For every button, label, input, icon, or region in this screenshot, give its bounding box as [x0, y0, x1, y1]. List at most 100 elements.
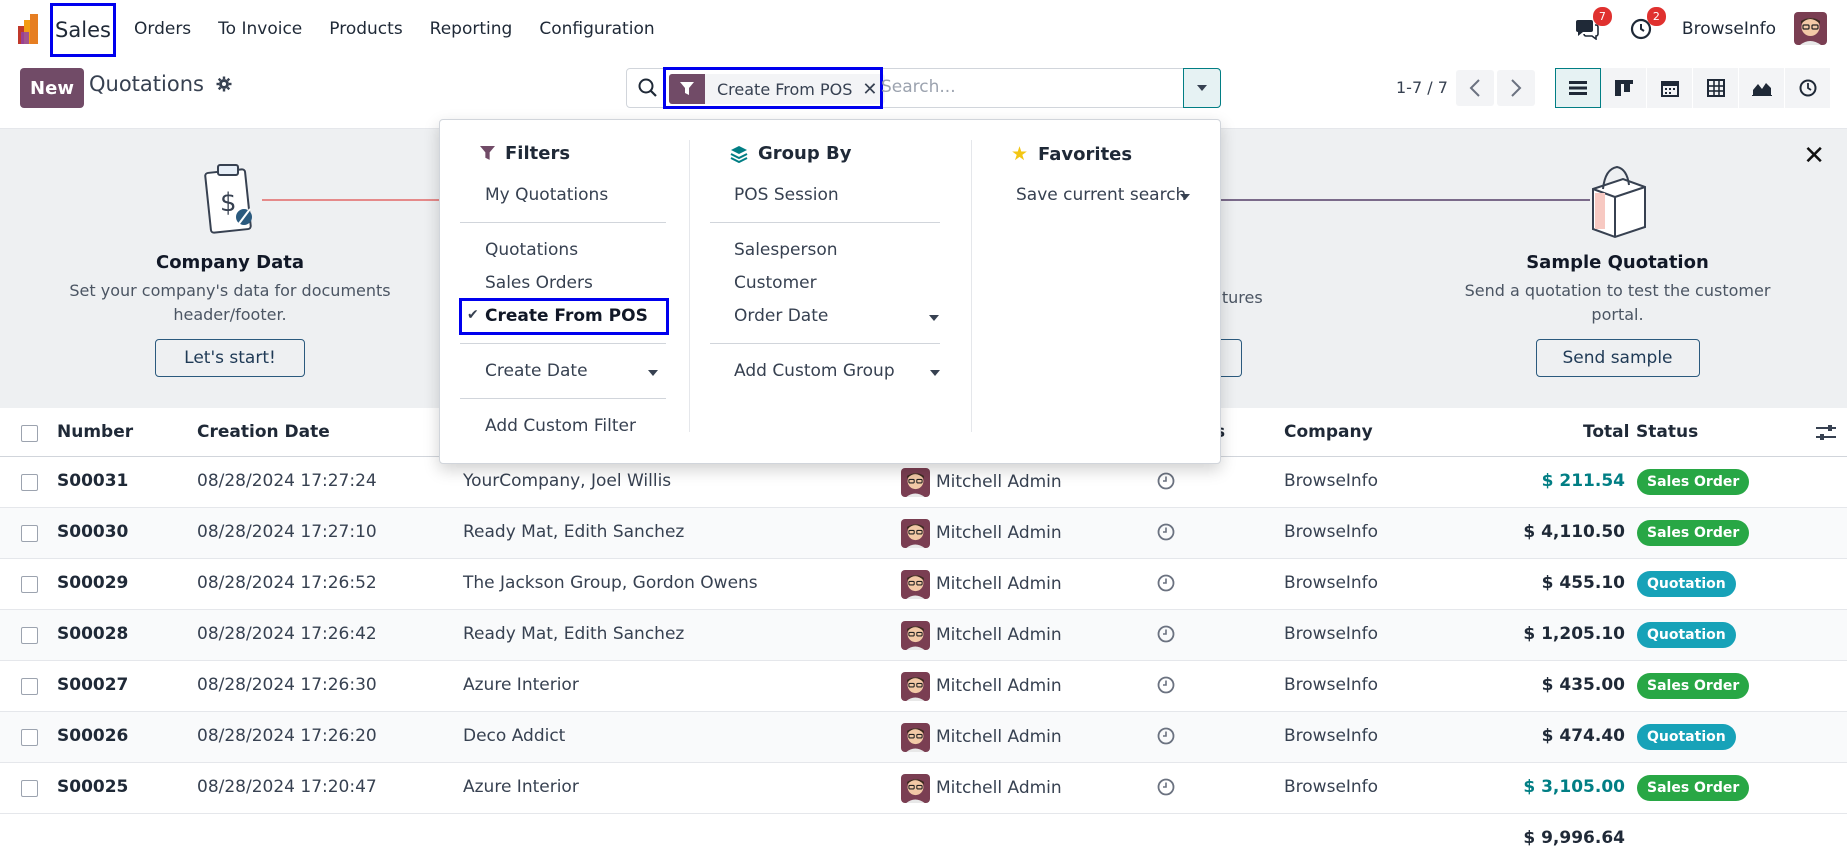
user-avatar[interactable]	[1794, 12, 1827, 45]
cell-total: $ 211.54	[1541, 471, 1625, 491]
nav-reporting[interactable]: Reporting	[430, 19, 513, 39]
header-number[interactable]: Number	[57, 422, 133, 442]
optional-columns-icon[interactable]	[1816, 424, 1836, 442]
company-switcher[interactable]: BrowseInfo	[1682, 19, 1776, 39]
view-activity-button[interactable]	[1785, 68, 1831, 108]
new-button[interactable]: New	[20, 68, 84, 108]
table-row[interactable]: S00026 08/28/2024 17:26:20 Deco Addict Mitc…	[0, 712, 1847, 763]
cell-salesperson: Mitchell Admin	[936, 574, 1062, 594]
save-current-search[interactable]: Save current search	[1016, 185, 1186, 205]
add-custom-group[interactable]: Add Custom Group	[734, 361, 895, 381]
cell-salesperson: Mitchell Admin	[936, 625, 1062, 645]
nav-products[interactable]: Products	[329, 19, 402, 39]
view-graph-button[interactable]	[1739, 68, 1785, 108]
clock-icon[interactable]	[1157, 778, 1175, 801]
clipboard-dollar-icon: $	[204, 164, 252, 234]
header-company[interactable]: Company	[1284, 422, 1373, 442]
filter-sales-orders[interactable]: Sales Orders	[485, 273, 593, 293]
send-sample-button[interactable]: Send sample	[1535, 339, 1700, 377]
row-checkbox[interactable]	[21, 474, 38, 491]
pager-next[interactable]	[1497, 70, 1535, 106]
row-checkbox[interactable]	[21, 525, 38, 542]
filter-icon	[480, 146, 495, 160]
clock-icon[interactable]	[1157, 676, 1175, 699]
groupby-order-date[interactable]: Order Date	[734, 306, 828, 326]
groupby-salesperson[interactable]: Salesperson	[734, 240, 838, 260]
search-options-dropdown: Filters My Quotations Quotations Sales O…	[439, 119, 1221, 464]
nav-to-invoice[interactable]: To Invoice	[218, 19, 302, 39]
table-row[interactable]: S00028 08/28/2024 17:26:42 Ready Mat, Edit…	[0, 610, 1847, 661]
step-title: Sample Quotation	[1526, 252, 1709, 273]
nav-app-name[interactable]: Sales	[50, 3, 116, 57]
chevron-down-icon[interactable]	[930, 370, 940, 376]
clock-icon[interactable]	[1157, 523, 1175, 546]
nav-orders[interactable]: Orders	[134, 19, 191, 39]
cell-number: S00025	[57, 777, 129, 797]
divider	[710, 343, 940, 344]
status-badge: Sales Order	[1637, 469, 1750, 495]
table-row[interactable]: S00030 08/28/2024 17:27:10 Ready Mat, Edit…	[0, 508, 1847, 559]
table-icon	[1706, 79, 1725, 97]
groupby-pos-session[interactable]: POS Session	[734, 185, 839, 205]
activities-badge: 2	[1646, 6, 1666, 26]
filter-create-from-pos[interactable]: Create From POS	[485, 306, 648, 326]
cell-customer: Azure Interior	[463, 675, 579, 695]
cell-total: $ 435.00	[1541, 675, 1625, 695]
view-list-button[interactable]	[1555, 68, 1601, 108]
table-row[interactable]: S00027 08/28/2024 17:26:30 Azure Interior M…	[0, 661, 1847, 712]
filter-create-date[interactable]: Create Date	[485, 361, 588, 381]
row-checkbox[interactable]	[21, 627, 38, 644]
messages-button[interactable]: 7	[1574, 6, 1612, 42]
gear-icon[interactable]	[216, 76, 232, 92]
lets-start-button[interactable]: Let's start!	[155, 339, 305, 377]
cell-company: BrowseInfo	[1284, 726, 1379, 746]
search-input[interactable]	[881, 77, 1161, 97]
clock-icon[interactable]	[1157, 472, 1175, 495]
header-total[interactable]: Total	[1583, 422, 1629, 442]
activities-button[interactable]: 2	[1628, 6, 1666, 42]
page-title: Quotations	[89, 72, 204, 96]
sales-app-icon[interactable]	[18, 14, 48, 44]
chevron-down-icon[interactable]	[929, 315, 939, 321]
select-all-checkbox[interactable]	[21, 425, 38, 442]
table-row[interactable]: S00031 08/28/2024 17:27:24 YourCompany, Jo…	[0, 457, 1847, 508]
avatar-image	[1794, 12, 1827, 45]
cell-number: S00026	[57, 726, 129, 746]
row-checkbox[interactable]	[21, 729, 38, 746]
header-creation-date[interactable]: Creation Date	[197, 422, 330, 442]
clock-icon[interactable]	[1157, 727, 1175, 750]
filter-quotations[interactable]: Quotations	[485, 240, 578, 260]
add-custom-filter[interactable]: Add Custom Filter	[485, 416, 636, 436]
nav-configuration[interactable]: Configuration	[539, 19, 654, 39]
clock-icon[interactable]	[1157, 625, 1175, 648]
search-icon[interactable]	[637, 77, 659, 99]
pager-previous[interactable]	[1456, 70, 1494, 106]
chevron-down-icon[interactable]	[1180, 194, 1190, 200]
close-icon[interactable]: ✕	[1803, 141, 1825, 171]
header-status[interactable]: Status	[1636, 422, 1698, 442]
divider	[460, 398, 666, 399]
chevron-down-icon[interactable]	[648, 370, 658, 376]
view-kanban-button[interactable]	[1601, 68, 1647, 108]
cell-total: $ 474.40	[1541, 726, 1625, 746]
sum-total: $ 9,996.64	[1523, 828, 1625, 848]
pager-value[interactable]: 1-7 / 7	[1396, 78, 1448, 97]
cell-total: $ 4,110.50	[1523, 522, 1625, 542]
cell-number: S00030	[57, 522, 129, 542]
view-pivot-button[interactable]	[1693, 68, 1739, 108]
view-calendar-button[interactable]	[1647, 68, 1693, 108]
row-checkbox[interactable]	[21, 780, 38, 797]
clock-icon[interactable]	[1157, 574, 1175, 597]
filter-my-quotations[interactable]: My Quotations	[485, 185, 608, 205]
column-divider	[689, 140, 690, 432]
avatar	[901, 570, 930, 599]
row-checkbox[interactable]	[21, 678, 38, 695]
row-checkbox[interactable]	[21, 576, 38, 593]
status-badge: Sales Order	[1637, 520, 1750, 546]
cell-creation-date: 08/28/2024 17:26:42	[197, 624, 377, 644]
search-options-toggle[interactable]	[1183, 68, 1221, 108]
groupby-customer[interactable]: Customer	[734, 273, 817, 293]
table-row[interactable]: S00025 08/28/2024 17:20:47 Azure Interior M…	[0, 763, 1847, 814]
cell-customer: Azure Interior	[463, 777, 579, 797]
table-row[interactable]: S00029 08/28/2024 17:26:52 The Jackson Gro…	[0, 559, 1847, 610]
